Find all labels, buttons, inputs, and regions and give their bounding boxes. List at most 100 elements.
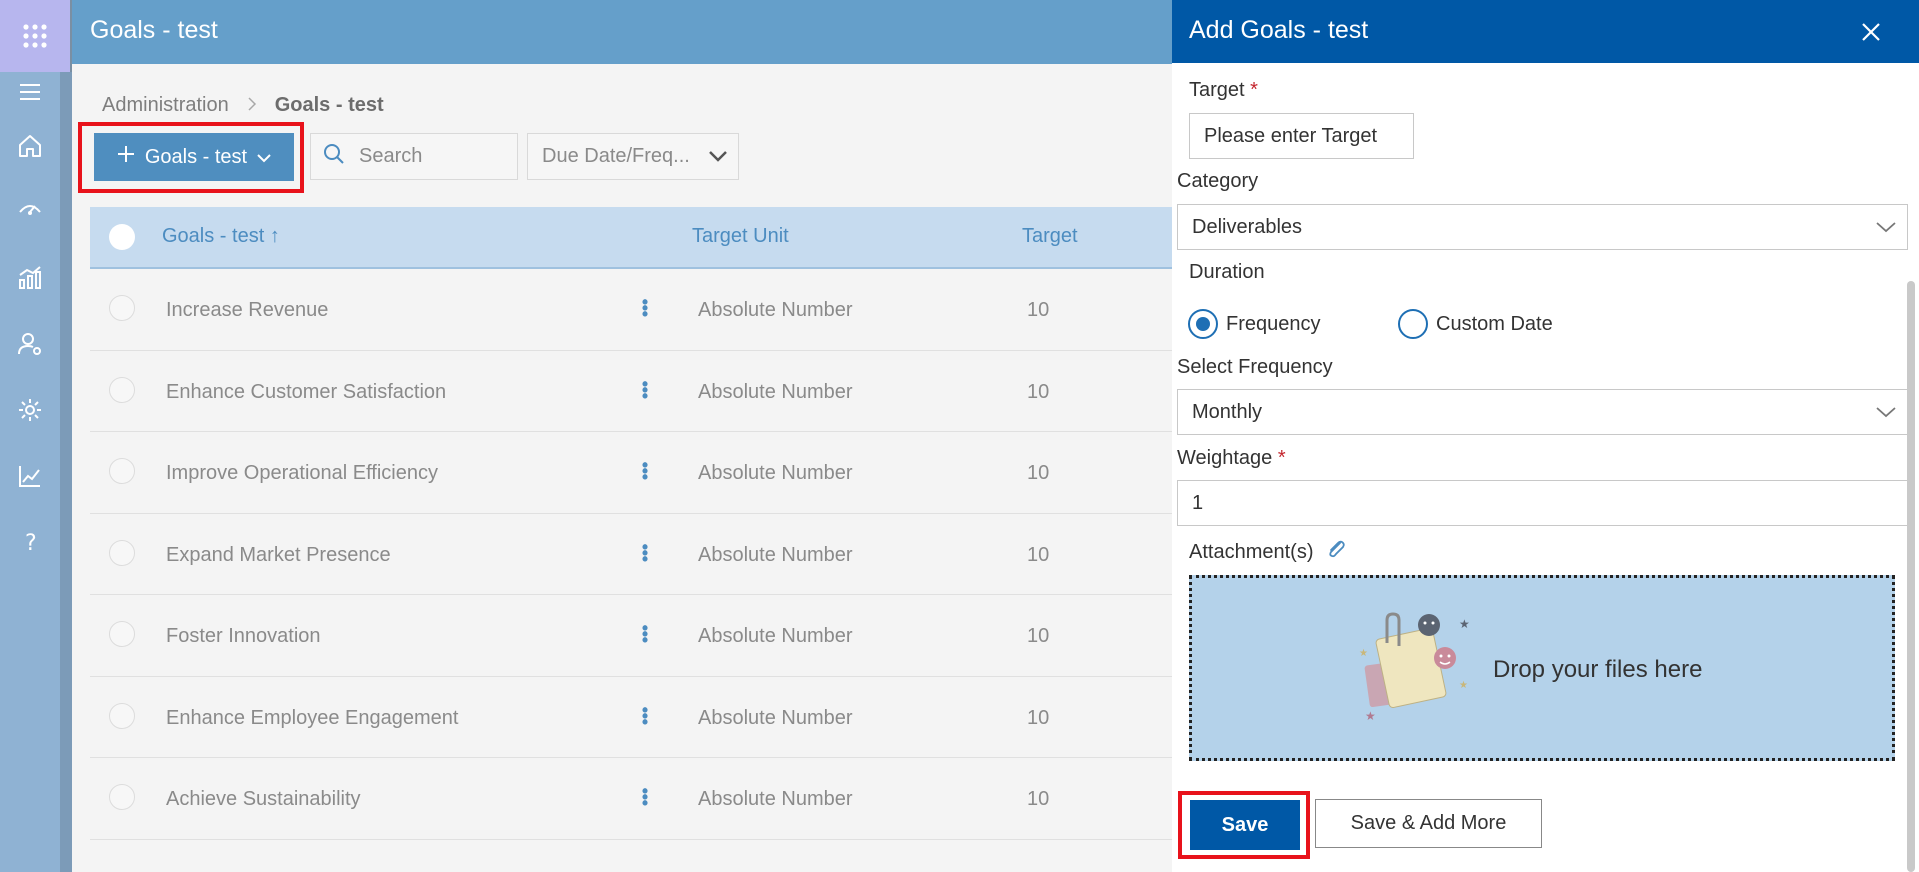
target-value: 10	[1027, 788, 1050, 810]
breadcrumb-current: Goals - test	[274, 94, 384, 116]
drop-zone-text: Drop your files here	[1493, 656, 1703, 683]
gear-icon[interactable]	[14, 394, 46, 426]
radio-selected-icon	[1188, 309, 1218, 339]
more-options-icon[interactable]: • • •	[640, 375, 650, 405]
breadcrumb-parent[interactable]: Administration	[102, 94, 229, 117]
user-settings-icon[interactable]	[14, 328, 46, 360]
add-goal-button[interactable]: Goals - test	[94, 133, 294, 181]
target-unit: Absolute Number	[698, 543, 853, 566]
waffle-icon[interactable]	[0, 0, 70, 72]
paperclip-icon[interactable]	[1325, 538, 1347, 566]
help-icon[interactable]: ?	[14, 526, 46, 558]
trend-icon[interactable]	[14, 460, 46, 492]
more-options-icon[interactable]: • • •	[640, 701, 650, 731]
duration-option-custom-date: Custom Date	[1436, 312, 1553, 335]
row-select-radio[interactable]	[109, 376, 135, 403]
column-header-target-unit[interactable]: Target Unit	[692, 225, 789, 248]
due-date-filter-label: Due Date/Freq...	[542, 145, 690, 167]
table-header: Goals - test ↑ Target Unit Target	[90, 207, 1172, 269]
goal-name[interactable]: Enhance Employee Engagement	[166, 707, 458, 730]
search-input[interactable]: Search	[310, 133, 518, 180]
row-select-radio[interactable]	[109, 458, 135, 484]
column-header-goal[interactable]: Goals - test ↑	[162, 225, 280, 248]
target-value: 10	[1027, 299, 1050, 321]
more-options-icon[interactable]: • • •	[640, 619, 650, 649]
svg-text:★: ★	[1459, 617, 1470, 631]
table-row[interactable]: Foster Innovation • • • Absolute Number 10	[90, 595, 1172, 677]
table-row[interactable]: Increase Revenue • • • Absolute Number 10	[90, 269, 1172, 351]
frequency-value: Monthly	[1192, 400, 1263, 423]
target-value: 10	[1027, 462, 1050, 484]
goal-name[interactable]: Expand Market Presence	[166, 544, 391, 567]
home-icon[interactable]	[14, 130, 46, 162]
svg-text:★: ★	[1359, 648, 1368, 659]
more-options-icon[interactable]: • • •	[640, 456, 650, 486]
table-row[interactable]: Improve Operational Efficiency • • • Absolut…	[90, 432, 1172, 514]
panel-header: Add Goals - test	[1172, 0, 1919, 63]
duration-option-frequency: Frequency	[1226, 312, 1321, 335]
column-header-target[interactable]: Target	[1022, 225, 1078, 248]
duration-custom-date-radio[interactable]: Custom Date	[1398, 309, 1553, 339]
category-select[interactable]: Deliverables	[1177, 204, 1908, 250]
duration-label: Duration	[1189, 261, 1265, 283]
save-and-add-more-button[interactable]: Save & Add More	[1315, 799, 1542, 848]
svg-text:★: ★	[1459, 680, 1468, 691]
chevron-down-icon	[257, 146, 271, 169]
radio-unselected-icon	[1398, 309, 1428, 339]
duration-frequency-radio[interactable]: Frequency	[1188, 309, 1321, 339]
goal-name[interactable]: Enhance Customer Satisfaction	[166, 381, 446, 404]
target-placeholder: Please enter Target	[1204, 124, 1378, 147]
svg-text:?: ?	[25, 531, 37, 555]
page-title: Goals - test	[90, 16, 218, 44]
top-bar: Goals - test	[72, 0, 1172, 64]
close-icon[interactable]	[1857, 18, 1885, 46]
row-select-radio[interactable]	[109, 784, 135, 810]
hamburger-icon[interactable]	[14, 76, 46, 108]
goal-name[interactable]: Foster Innovation	[166, 625, 321, 648]
row-select-radio[interactable]	[109, 702, 135, 729]
plus-icon	[117, 145, 135, 169]
file-drop-zone[interactable]: ★ ★ ★ ★ Drop your files here	[1189, 575, 1895, 761]
row-select-radio[interactable]	[109, 295, 135, 321]
more-options-icon[interactable]: • • •	[640, 293, 650, 323]
table-row[interactable]: Achieve Sustainability • • • Absolute Number…	[90, 758, 1172, 840]
weightage-value: 1	[1192, 491, 1204, 514]
target-unit: Absolute Number	[698, 462, 853, 484]
table-row[interactable]: Enhance Customer Satisfaction • • • Absolute…	[90, 350, 1172, 432]
chevron-down-icon	[1875, 402, 1897, 428]
row-select-radio[interactable]	[109, 539, 135, 566]
add-goal-panel: Add Goals - test Target * Please enter T…	[1172, 0, 1919, 872]
breadcrumb: Administration Goals - test	[102, 94, 384, 117]
chevron-down-icon	[1875, 217, 1897, 243]
analytics-icon[interactable]	[14, 262, 46, 294]
row-select-radio[interactable]	[109, 621, 135, 647]
goal-name[interactable]: Increase Revenue	[166, 299, 328, 322]
table-row[interactable]: Expand Market Presence • • • Absolute Number…	[90, 513, 1172, 595]
panel-title: Add Goals - test	[1189, 16, 1369, 44]
target-unit: Absolute Number	[698, 788, 853, 810]
goal-name[interactable]: Achieve Sustainability	[166, 788, 361, 811]
rail-scrollbar[interactable]	[60, 72, 72, 872]
chevron-right-icon	[247, 95, 257, 116]
due-date-filter[interactable]: Due Date/Freq...	[527, 133, 739, 180]
left-rail: ?	[0, 0, 70, 872]
gauge-icon[interactable]	[14, 195, 46, 227]
select-all-radio[interactable]	[109, 224, 135, 250]
main-content: Goals - test Administration Goals - test…	[72, 0, 1172, 872]
goal-name[interactable]: Improve Operational Efficiency	[166, 462, 438, 485]
target-unit: Absolute Number	[698, 299, 853, 321]
chevron-down-icon	[708, 146, 728, 172]
target-label: Target *	[1189, 79, 1258, 101]
more-options-icon[interactable]: • • •	[640, 782, 650, 812]
target-value: 10	[1027, 625, 1050, 647]
weightage-label: Weightage *	[1177, 447, 1286, 469]
table-row[interactable]: Enhance Employee Engagement • • • Absolute N…	[90, 676, 1172, 758]
target-input[interactable]: Please enter Target	[1189, 113, 1414, 159]
required-mark: *	[1250, 79, 1258, 101]
weightage-input[interactable]: 1	[1177, 480, 1908, 526]
panel-scrollbar[interactable]	[1907, 281, 1915, 872]
frequency-select[interactable]: Monthly	[1177, 389, 1908, 435]
more-options-icon[interactable]: • • •	[640, 538, 650, 568]
svg-text:★: ★	[1365, 709, 1376, 723]
save-button[interactable]: Save	[1190, 800, 1300, 850]
